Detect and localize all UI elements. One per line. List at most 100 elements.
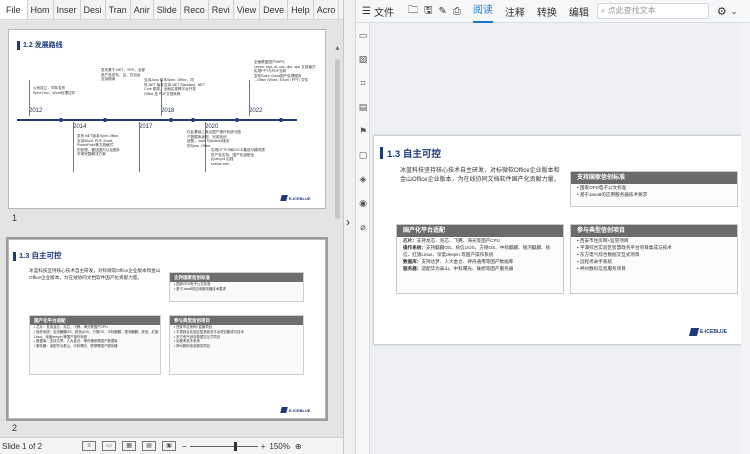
box-projects: 参与典型信创项目 • 西安市住房网+监管项目 • 平潭综合实验区智慧政务平台项目集成… [570, 224, 738, 294]
chevron-right-icon[interactable]: › [346, 215, 350, 229]
ribbon-tab-4[interactable]: Tran [106, 0, 131, 19]
box-row: • 东方电气综合数据交互式项目 [577, 252, 640, 257]
normal-view-icon[interactable]: ▭ [102, 441, 117, 451]
ribbon-tab-3[interactable]: Desi [81, 0, 106, 19]
print-icon[interactable]: ⎙ [453, 6, 461, 17]
menu-icon[interactable]: ☰ [362, 6, 371, 17]
box-row: • 平潭综合实验区智慧政务平台项目集成与技术 [577, 245, 672, 250]
timeline-connector-1 [73, 122, 74, 172]
zoom-slider-knob[interactable] [233, 441, 237, 451]
ribbon-tab-8[interactable]: Revi [209, 0, 234, 19]
box-row-value: 支持龙芯、兆芯、飞腾、海光等国产CPU [416, 238, 500, 243]
ribbon-tab-9[interactable]: View [234, 0, 261, 19]
box-row: • 基于Java8的应用服务器技术要求 [174, 286, 226, 291]
ribbon-tab-2[interactable]: Inser [54, 0, 81, 19]
notes-icon[interactable]: ≡ [82, 441, 97, 451]
slide-count: Slide 1 of 2 [2, 441, 43, 451]
timeline-note-0: 公司成立，同年发布 Spire.Doc、Word处理控件 [33, 86, 75, 95]
presentation-pane: File Hom Inser Desi Tran Anir Slide Reco Revi Vie… [0, 0, 344, 454]
timeline-note-line: 市场完整解决方案 [77, 152, 106, 157]
timeline-year-0: 2012 [29, 108, 43, 114]
box-header: 支持国家信创标准 [170, 273, 303, 282]
slide2-box-platform: 国产化平台适配 • 芯片：支持龙芯、兆芯、飞腾、海光等国产CPU • 操作系统：支持… [29, 315, 161, 375]
box-row-key: 操作系统： [403, 245, 426, 250]
slide2-box-standards: 支持国家信创标准 • 国家OFD电子公文标准 • 基于Java8的应用服务器技术要求 [169, 272, 304, 302]
reader-pane: ☰ 文件 🗀 🖫 ✎ ⎙ 阅读 注释 转换 编辑 ⌕ 点此查找文本 ⚙ ⌄ ▭ ▨ ⌗… [356, 0, 750, 454]
ribbon-tab-0[interactable]: File [0, 0, 28, 19]
ribbon-tab-5[interactable]: Anir [131, 0, 154, 19]
slide-number-2: 2 [12, 423, 18, 433]
box-platform: 国产化平台适配 芯片：支持龙芯、兆芯、飞腾、海光等国产CPU 操作系统：支持麒麟OS… [396, 224, 564, 294]
target-icon[interactable]: ◉ [357, 197, 369, 209]
reader-tab-2[interactable]: 转换 [537, 4, 557, 19]
box-row-value: 支持麒麟OS、统信UOS、方德OS、中标麒麟、银河麒麟、统 [425, 245, 551, 250]
slideshow-icon[interactable]: ▣ [162, 441, 177, 451]
slide-sorter-icon[interactable]: ▦ [122, 441, 137, 451]
timeline-connector-0 [29, 80, 30, 116]
box-row: 服务器：适配华为泰山、中科曙光、联想等国产服务器 [397, 265, 563, 272]
app-window: File Hom Inser Desi Tran Anir Slide Reco Revi Vie… [0, 0, 750, 454]
timeline-dot-1 [103, 118, 107, 122]
scroll-up-icon[interactable]: ▲ [334, 45, 341, 52]
box-row-value: 支持达梦、人大金仓、神舟通用等国产数据库 [421, 259, 514, 264]
attachment-icon[interactable]: ⌀ [357, 221, 369, 233]
timeline-note-line: 支持使用 [101, 77, 116, 82]
ribbon-tab-11[interactable]: Help [288, 0, 314, 19]
reading-view-icon[interactable]: ▤ [142, 441, 157, 451]
crop-icon[interactable]: ⌗ [357, 77, 369, 89]
box-row-key: 芯片： [403, 238, 417, 243]
reader-tab-0[interactable]: 阅读 [472, 0, 493, 23]
box-row-value: 信、红旗Linux、深度deepin 等国产操作系统 [403, 252, 494, 257]
timeline-year-3: 2018 [161, 108, 175, 114]
bookmark-icon[interactable]: ⚑ [357, 125, 369, 137]
timeline-note-1: 发布.NET版本Spire.Office, 支持Word, PDF, Excel,… [77, 134, 120, 157]
reader-tab-3[interactable]: 编辑 [569, 4, 589, 19]
comment-icon[interactable]: ▢ [357, 149, 369, 161]
timeline-note-4: 在此基础上推出国产操作系统与国 产数据库适配，完成信创 适配；Java 与Andro… [187, 130, 241, 148]
slide2-logo: E-ICEBLUE [280, 407, 311, 413]
open-folder-icon[interactable]: 🗀 [408, 3, 418, 20]
slide-thumbnails: 1.2 发展路线 E-ICEBLUE 2012 2014 2017 2018 2020 2… [0, 21, 343, 437]
ribbon-tab-12[interactable]: Acro [314, 0, 340, 19]
ribbon-tab-1[interactable]: Hom [28, 0, 54, 19]
save-icon[interactable]: 🖫 [424, 3, 433, 20]
reader-tab-1[interactable]: 注释 [505, 4, 525, 19]
box-row: • 远程考录手系统 [577, 259, 613, 264]
box-header: 参与典型信创项目 [170, 316, 303, 325]
ribbon-tab-6[interactable]: Slide [154, 0, 181, 19]
reader-scrollbar[interactable] [741, 23, 750, 454]
layers-icon[interactable]: ▤ [357, 101, 369, 113]
timeline-note-3: 支持Java 版本Spire. Office，同 时.NET 版本支持.NET S… [144, 78, 205, 96]
zoom-slider[interactable] [189, 441, 258, 451]
timeline-note-line: 在此基础上推出国产操作系统与国 [187, 130, 241, 134]
zoom-control: − + 150% ⊕ [182, 441, 302, 451]
zoom-out-icon[interactable]: − [182, 442, 187, 451]
image-icon[interactable]: ▨ [357, 53, 369, 65]
box-row: 数据库：支持达梦、人大金仓、神舟通用等国产数据库 [397, 258, 563, 265]
fit-to-window-icon[interactable]: ⊕ [295, 442, 302, 451]
thumbnails-icon[interactable]: ▭ [357, 29, 369, 41]
pane-divider[interactable]: › [344, 0, 356, 454]
slide-thumbnail-1[interactable]: 1.2 发展路线 E-ICEBLUE 2012 2014 2017 2018 2020 2… [8, 29, 326, 209]
timeline-dot-3 [191, 118, 195, 122]
stack-icon[interactable]: ◈ [357, 173, 369, 185]
zoom-in-icon[interactable]: + [261, 442, 266, 451]
reader-page: 1.3 自主可控 冰蓝科技坚持核心技术自主研发，对标微软Office企业版本和金… [373, 135, 747, 345]
timeline-note-line: 实现HTTPS和CI/CD集成与模块提 [211, 148, 265, 152]
ribbon-tab-10[interactable]: Deve [260, 0, 289, 19]
search-input[interactable]: ⌕ 点此查找文本 [596, 3, 709, 19]
search-icon: ⌕ [600, 6, 608, 15]
timeline-note-5: 实现HTTPS和CI/CD集成与模块提 供产品支持，国产化适配全 jQuery.ia… [211, 148, 265, 166]
thumbnail-scrollbar[interactable]: ▲ ▼ [333, 45, 342, 437]
box-row: 信、红旗Linux、深度deepin 等国产操作系统 [397, 251, 563, 258]
scroll-thumb[interactable] [335, 59, 340, 219]
page-desc: 冰蓝科技坚持核心技术自主研发，对标微软Office企业版本和金山Office企业… [400, 168, 560, 183]
status-bar: Slide 1 of 2 ≡ ▭ ▦ ▤ ▣ − + 150% ⊕ [0, 437, 343, 454]
edit-icon[interactable]: ✎ [439, 6, 447, 17]
chevron-down-icon[interactable]: ⌄ [731, 7, 738, 16]
ribbon-tab-7[interactable]: Reco [181, 0, 209, 19]
slide-thumbnail-2[interactable]: 1.3 自主可控 冰蓝科技坚持核心技术自主研发，对标微软Office企业版本和金… [6, 237, 328, 421]
file-menu[interactable]: 文件 [374, 4, 394, 19]
gear-icon[interactable]: ⚙ [717, 5, 727, 18]
timeline-note-line: ...Office (Word / Excel / PPT) 文件 [254, 78, 309, 83]
